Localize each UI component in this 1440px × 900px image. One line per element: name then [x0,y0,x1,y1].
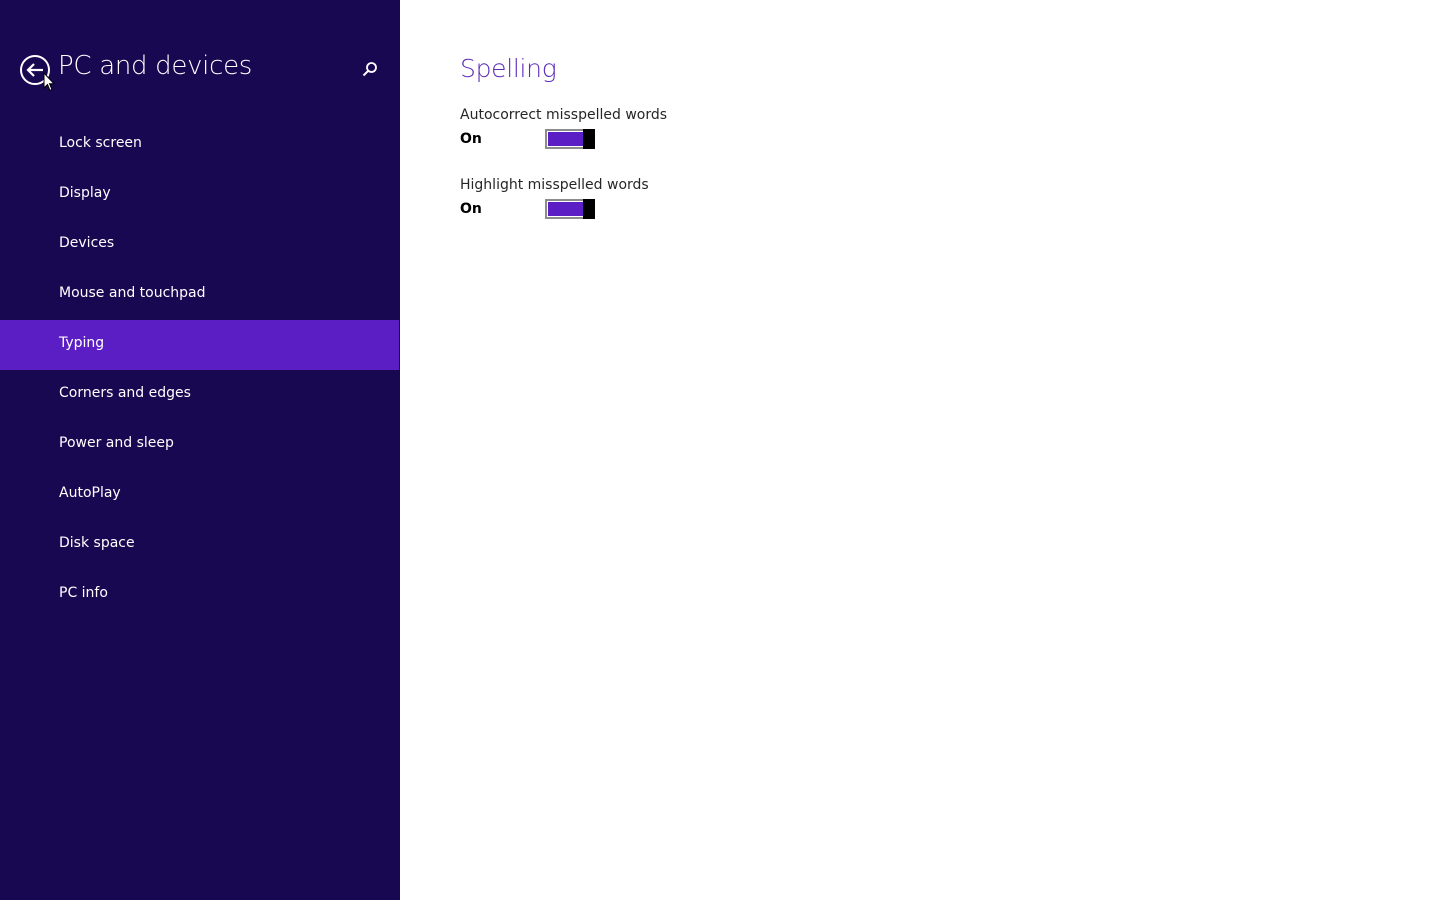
sidebar-item-label: Corners and edges [59,385,191,401]
sidebar-item-label: Typing [59,335,105,351]
setting-autocorrect: Autocorrect misspelled words On [460,107,860,167]
sidebar-item-label: Devices [59,235,115,251]
sidebar-header: PC and devices [0,0,400,120]
sidebar-item-label: Disk space [59,535,135,551]
sidebar-item-disk-space[interactable]: Disk space [0,520,399,570]
sidebar: PC and devices Lock screen Display Devic… [0,0,400,900]
setting-label: Autocorrect misspelled words [460,107,668,123]
back-arrow-circle-icon [20,55,50,85]
sidebar-nav: Lock screen Display Devices Mouse and to… [0,120,400,620]
section-title-spelling: Spelling [460,54,557,83]
main-content: Spelling Autocorrect misspelled words On… [400,0,1440,900]
sidebar-item-label: Lock screen [59,135,142,151]
sidebar-item-display[interactable]: Display [0,170,399,220]
search-button[interactable] [360,60,380,80]
highlight-toggle[interactable] [545,199,595,219]
sidebar-item-label: AutoPlay [59,485,121,501]
toggle-thumb[interactable] [583,199,595,219]
toggle-fill [548,132,584,146]
toggle-state-label: On [460,201,482,217]
sidebar-title: PC and devices [58,51,253,81]
sidebar-item-autoplay[interactable]: AutoPlay [0,470,399,520]
toggle-state-label: On [460,131,482,147]
sidebar-item-devices[interactable]: Devices [0,220,399,270]
sidebar-item-typing[interactable]: Typing [0,320,399,370]
setting-highlight: Highlight misspelled words On [460,177,860,237]
sidebar-item-label: Power and sleep [59,435,174,451]
sidebar-item-mouse-and-touchpad[interactable]: Mouse and touchpad [0,270,399,320]
search-icon [362,62,377,77]
toggle-fill [548,202,584,216]
sidebar-item-label: Mouse and touchpad [59,285,206,301]
sidebar-item-power-and-sleep[interactable]: Power and sleep [0,420,399,470]
sidebar-item-label: Display [59,185,111,201]
back-button[interactable] [19,54,51,86]
setting-label: Highlight misspelled words [460,177,649,193]
pc-settings-app: PC and devices Lock screen Display Devic… [0,0,1440,900]
toggle-thumb[interactable] [583,129,595,149]
sidebar-item-pc-info[interactable]: PC info [0,570,399,620]
sidebar-item-lock-screen[interactable]: Lock screen [0,120,399,170]
sidebar-item-label: PC info [59,585,108,601]
sidebar-item-corners-and-edges[interactable]: Corners and edges [0,370,399,420]
autocorrect-toggle[interactable] [545,129,595,149]
